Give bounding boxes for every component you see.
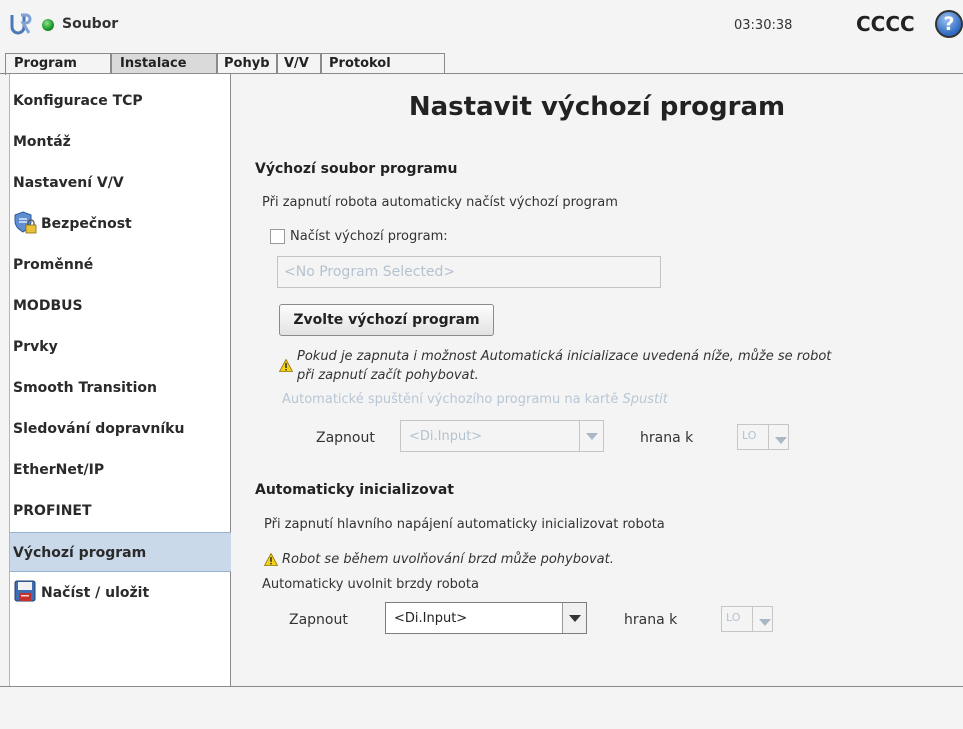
default-file-heading: Výchozí soubor programu xyxy=(255,161,458,177)
chevron-down-icon xyxy=(768,425,788,449)
tab-bar: Program Instalace Pohyb V/V Protokol xyxy=(0,50,963,76)
autostart-text: Automatické spuštění výchozího programu … xyxy=(282,392,619,407)
auto-start-warning-line1: Pokud je zapnuta i možnost Automatická i… xyxy=(297,349,832,364)
choose-default-program-button[interactable]: Zvolte výchozí program xyxy=(279,304,494,336)
autostart-edge-select: LO xyxy=(737,424,789,450)
sidebar-item-variables[interactable]: Proměnné xyxy=(10,245,231,285)
sidebar-item-label: Smooth Transition xyxy=(13,380,157,396)
sidebar-item-label: Konfigurace TCP xyxy=(13,93,143,109)
page-title: Nastavit výchozí program xyxy=(408,92,786,122)
file-menu[interactable]: Soubor xyxy=(62,16,118,32)
footer-divider xyxy=(0,686,963,687)
sidebar-item-label: Sledování dopravníku xyxy=(13,421,185,437)
sidebar-item-label: Načíst / uložit xyxy=(41,585,150,601)
autostart-description: Automatické spuštění výchozího programu … xyxy=(282,392,668,407)
auto-init-edge-select: LO xyxy=(721,606,773,632)
auto-init-input-value: <Di.Input> xyxy=(394,611,468,626)
help-icon[interactable]: ? xyxy=(935,10,963,38)
autostart-input-value: <Di.Input> xyxy=(409,429,483,444)
chevron-down-icon xyxy=(579,421,603,451)
chevron-down-icon[interactable] xyxy=(562,603,586,633)
tab-pohyb[interactable]: Pohyb xyxy=(217,53,277,75)
sidebar-item-label: Prvky xyxy=(13,339,58,355)
sidebar-item-io-setup[interactable]: Nastavení V/V xyxy=(10,163,231,203)
autostart-input-select: <Di.Input> xyxy=(400,420,604,452)
sidebar-item-modbus[interactable]: MODBUS xyxy=(10,286,231,326)
default-program-panel: Nastavit výchozí program Výchozí soubor … xyxy=(231,74,963,686)
sidebar-item-label: Výchozí program xyxy=(13,545,147,561)
autostart-tab-name: Spustit xyxy=(622,392,668,407)
sidebar-item-label: PROFINET xyxy=(13,503,92,519)
sidebar-item-conveyor-tracking[interactable]: Sledování dopravníku xyxy=(10,409,231,449)
sidebar-item-features[interactable]: Prvky xyxy=(10,327,231,367)
sidebar-item-label: Nastavení V/V xyxy=(13,175,124,191)
sidebar-item-ethernet-ip[interactable]: EtherNet/IP xyxy=(10,450,231,490)
robot-name: CCCC xyxy=(856,12,915,36)
auto-init-edge-label: hrana k xyxy=(624,612,678,628)
tab-vv[interactable]: V/V xyxy=(277,53,321,75)
installation-sidebar: Konfigurace TCP Montáž Nastavení V/V Bez… xyxy=(9,74,231,686)
sidebar-item-profinet[interactable]: PROFINET xyxy=(10,491,231,531)
auto-init-heading: Automaticky inicializovat xyxy=(255,482,454,498)
load-default-program-checkbox[interactable] xyxy=(270,229,285,244)
sidebar-item-label: Bezpečnost xyxy=(41,216,132,232)
sidebar-item-mounting[interactable]: Montáž xyxy=(10,122,231,162)
sidebar-item-default-program[interactable]: Výchozí program xyxy=(10,532,231,572)
auto-init-input-select[interactable]: <Di.Input> xyxy=(385,602,587,634)
floppy-disk-icon xyxy=(14,580,36,602)
autostart-enable-label: Zapnout xyxy=(316,430,375,446)
clock: 03:30:38 xyxy=(734,18,793,33)
sidebar-item-load-save[interactable]: Načíst / uložit xyxy=(10,573,231,613)
sidebar-item-tcp-configuration[interactable]: Konfigurace TCP xyxy=(10,81,231,121)
tab-program[interactable]: Program xyxy=(5,53,111,75)
auto-release-brakes-label: Automaticky uvolnit brzdy robota xyxy=(262,577,479,592)
sidebar-item-label: Proměnné xyxy=(13,257,94,273)
sidebar-item-label: Montáž xyxy=(13,134,71,150)
sidebar-item-safety[interactable]: Bezpečnost xyxy=(10,204,231,244)
default-program-field: <No Program Selected> xyxy=(277,256,661,288)
brake-release-warning: Robot se během uvolňování brzd může pohy… xyxy=(282,552,614,567)
tab-protokol[interactable]: Protokol xyxy=(321,53,445,75)
sidebar-item-smooth-transition[interactable]: Smooth Transition xyxy=(10,368,231,408)
autostart-edge-label: hrana k xyxy=(640,430,694,446)
autostart-edge-value: LO xyxy=(742,429,757,442)
robot-status-indicator-icon xyxy=(42,19,54,31)
default-file-description: Při zapnutí robota automaticky načíst vý… xyxy=(262,195,618,210)
universal-robots-logo-icon xyxy=(10,13,32,35)
chevron-down-icon xyxy=(752,607,772,631)
auto-init-edge-value: LO xyxy=(726,611,741,624)
auto-init-enable-label: Zapnout xyxy=(289,612,348,628)
load-default-program-label[interactable]: Načíst výchozí program: xyxy=(290,229,448,244)
auto-init-description: Při zapnutí hlavního napájení automatick… xyxy=(264,517,665,532)
auto-start-warning-line2: při zapnutí začít pohybovat. xyxy=(297,368,479,383)
sidebar-item-label: MODBUS xyxy=(13,298,83,314)
warning-icon xyxy=(264,553,278,566)
sidebar-item-label: EtherNet/IP xyxy=(13,462,105,478)
warning-icon xyxy=(279,359,293,372)
shield-lock-icon xyxy=(14,211,37,234)
title-bar: Soubor 03:30:38 CCCC ? xyxy=(0,0,963,50)
